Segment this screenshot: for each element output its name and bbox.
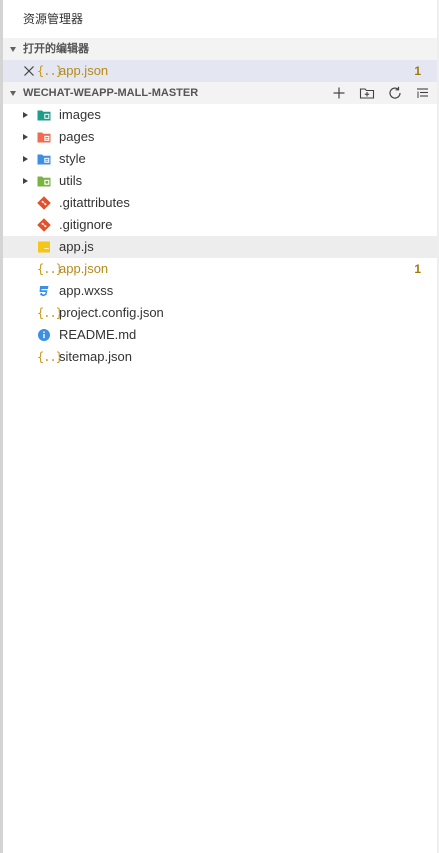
folder-label: utils — [59, 173, 83, 188]
file-label: .gitignore — [59, 217, 113, 232]
folder-style-icon — [37, 154, 51, 165]
folder-item-images[interactable]: images — [3, 104, 437, 126]
file-item-sitemap-json[interactable]: {..} sitemap.json — [3, 346, 437, 368]
open-editor-label: app.json — [59, 63, 109, 78]
file-label: app.json — [59, 261, 109, 276]
folder-images-icon — [37, 110, 51, 121]
folder-item-utils[interactable]: utils — [3, 170, 437, 192]
open-editors-header[interactable]: 打开的编辑器 — [3, 38, 437, 60]
new-folder-icon[interactable] — [359, 85, 375, 101]
refresh-icon[interactable] — [387, 85, 403, 101]
chevron-right-icon — [23, 156, 28, 162]
folder-label: images — [59, 107, 101, 122]
file-item-project-config-json[interactable]: {..} project.config.json — [3, 302, 437, 324]
workspace-header[interactable]: WECHAT-WEAPP-MALL-MASTER — [3, 82, 437, 104]
info-icon — [38, 329, 50, 341]
explorer-panel: 资源管理器 打开的编辑器 {..} app.json 1 WECHAT-WEAP… — [3, 0, 437, 853]
git-icon — [37, 218, 51, 232]
folder-utils-icon — [37, 176, 51, 187]
chevron-right-icon — [23, 178, 28, 184]
css-icon — [39, 286, 49, 297]
collapse-all-icon[interactable] — [415, 85, 431, 101]
folder-label: style — [59, 151, 86, 166]
problem-count-badge: 1 — [414, 262, 421, 276]
open-editor-item-app-json[interactable]: {..} app.json 1 — [3, 60, 437, 82]
file-label: sitemap.json — [59, 349, 132, 364]
chevron-right-icon — [23, 134, 28, 140]
folder-label: pages — [59, 129, 95, 144]
js-icon — [38, 241, 50, 253]
chevron-down-icon — [10, 91, 16, 96]
file-item-gitattributes[interactable]: .gitattributes — [3, 192, 437, 214]
file-label: app.wxss — [59, 283, 114, 298]
folder-item-style[interactable]: style — [3, 148, 437, 170]
file-label: app.js — [59, 239, 94, 254]
git-icon — [37, 196, 51, 210]
file-label: project.config.json — [59, 305, 164, 320]
workspace-title: WECHAT-WEAPP-MALL-MASTER — [23, 87, 199, 99]
open-editors-title: 打开的编辑器 — [23, 43, 89, 55]
folder-pages-icon — [37, 132, 51, 143]
file-item-gitignore[interactable]: .gitignore — [3, 214, 437, 236]
problem-count-badge: 1 — [414, 64, 421, 78]
file-label: .gitattributes — [59, 195, 130, 210]
file-item-app-json[interactable]: {..} app.json 1 — [3, 258, 437, 280]
new-file-icon[interactable] — [331, 85, 347, 101]
explorer-title: 资源管理器 — [23, 12, 84, 26]
file-item-app-wxss[interactable]: app.wxss — [3, 280, 437, 302]
close-icon[interactable] — [23, 64, 35, 78]
chevron-down-icon — [10, 47, 16, 52]
file-item-readme[interactable]: README.md — [3, 324, 437, 346]
chevron-right-icon — [23, 112, 28, 118]
folder-item-pages[interactable]: pages — [3, 126, 437, 148]
file-label: README.md — [59, 327, 137, 342]
file-item-app-js[interactable]: app.js — [3, 236, 437, 258]
